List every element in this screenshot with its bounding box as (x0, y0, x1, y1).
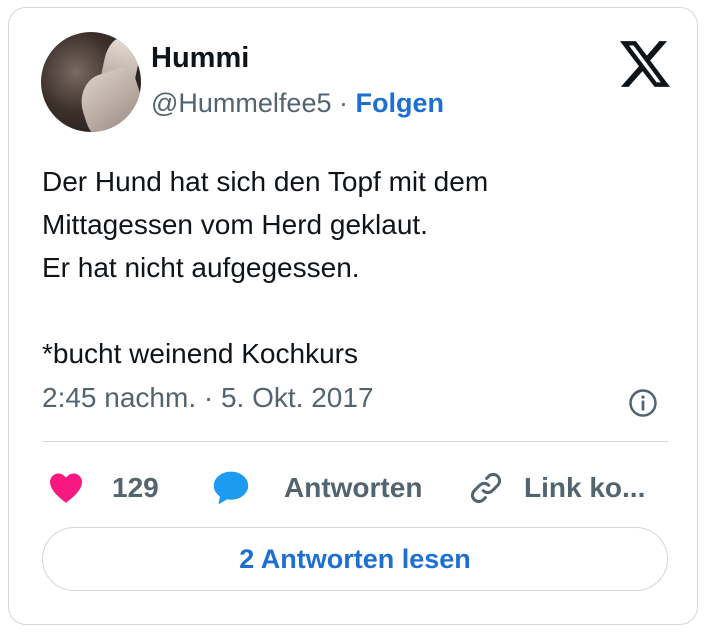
heart-icon (50, 473, 82, 503)
reply-label: Antworten (284, 472, 423, 503)
author-handle[interactable]: @Hummelfee5 (151, 88, 331, 118)
avatar[interactable] (41, 32, 141, 132)
info-icon[interactable] (628, 388, 658, 418)
follow-button[interactable]: Folgen (355, 88, 444, 118)
read-replies-button[interactable]: 2 Antworten lesen (42, 527, 668, 591)
author-handle-row: @Hummelfee5 · Folgen (151, 88, 444, 119)
copy-link-button[interactable]: Link ko... (468, 463, 645, 513)
tweet-text: Der Hund hat sich den Topf mit dem Mitta… (42, 166, 489, 369)
tweet-card: Hummi @Hummelfee5 · Folgen Der Hund hat … (8, 7, 698, 625)
tweet-actions: 129 Antworten Link ko... (42, 463, 668, 513)
reply-button[interactable]: Antworten (212, 463, 422, 513)
like-count: 129 (112, 472, 159, 503)
copy-link-label: Link ko... (524, 472, 646, 503)
link-icon (471, 473, 501, 503)
tweet-timestamp[interactable]: 2:45 nachm. · 5. Okt. 2017 (42, 382, 374, 414)
divider (42, 441, 668, 442)
x-logo-icon[interactable] (620, 41, 670, 87)
author-display-name[interactable]: Hummi (151, 42, 249, 75)
handle-separator: · (331, 88, 356, 118)
speech-bubble-icon (213, 471, 249, 505)
avatar-detail (73, 64, 141, 132)
like-button[interactable]: 129 (48, 463, 159, 513)
